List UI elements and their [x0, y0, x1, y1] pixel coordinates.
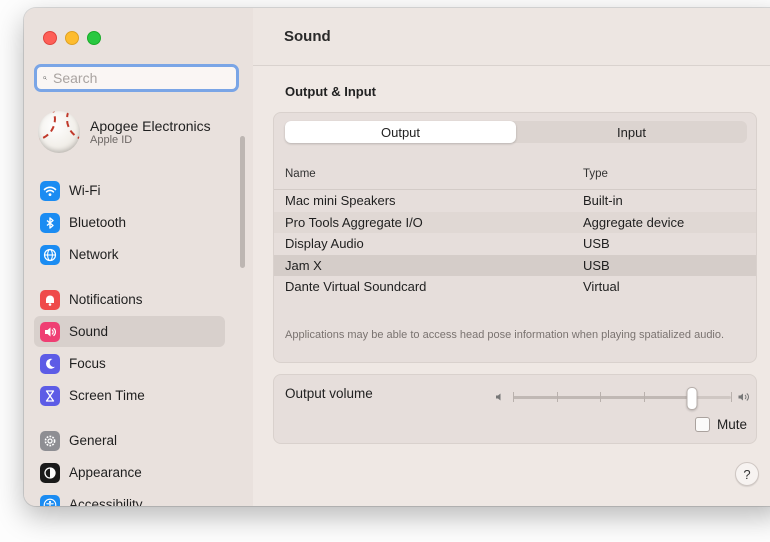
device-name: Pro Tools Aggregate I/O [285, 214, 423, 230]
close-button[interactable] [43, 31, 57, 45]
speaker-icon [40, 321, 60, 342]
device-name: Mac mini Speakers [285, 193, 396, 209]
sidebar-item-label: General [69, 433, 118, 448]
column-header-type[interactable]: Type [583, 168, 756, 180]
output-input-card: Output Input Name Type Mac mini Speakers… [273, 112, 757, 363]
mute-toggle[interactable]: Mute [694, 417, 747, 432]
column-header-name[interactable]: Name [274, 168, 583, 180]
output-volume-label: Output volume [285, 386, 373, 401]
sidebar-item-label: Accessibility [69, 497, 143, 506]
sidebar-item-label: Sound [69, 324, 109, 339]
tab-output[interactable]: Output [285, 121, 516, 143]
volume-low-icon [496, 393, 501, 401]
mute-label: Mute [716, 417, 747, 432]
window-controls [43, 31, 101, 45]
accessibility-icon [40, 494, 60, 506]
account-subtitle: Apple ID [90, 133, 133, 146]
volume-tick [731, 392, 732, 402]
sidebar-item-sound[interactable]: Sound [34, 316, 225, 347]
tab-input[interactable]: Input [516, 121, 747, 143]
help-button[interactable]: ? [735, 462, 759, 486]
minimize-button[interactable] [65, 31, 79, 45]
sidebar-item-screen-time[interactable]: Screen Time [34, 380, 225, 411]
search-icon [43, 76, 47, 80]
volume-tick [556, 392, 558, 402]
sidebar-item-network[interactable]: Network [34, 239, 225, 270]
section-title: Output & Input [285, 84, 376, 99]
sidebar-item-bluetooth[interactable]: Bluetooth [34, 207, 225, 238]
volume-high-icon [738, 393, 749, 401]
device-type: Built-in [583, 193, 623, 209]
table-row[interactable]: Pro Tools Aggregate I/O Aggregate device [274, 211, 756, 233]
appearance-icon [40, 462, 60, 483]
device-name: Jam X [285, 257, 322, 273]
sidebar-item-general[interactable]: General [34, 425, 225, 456]
sidebar-item-accessibility[interactable]: Accessibility [34, 489, 225, 506]
mute-checkbox[interactable] [694, 417, 710, 432]
avatar [38, 111, 80, 153]
sidebar-item-label: Screen Time [69, 388, 145, 403]
sidebar-item-notifications[interactable]: Notifications [34, 284, 225, 315]
globe-icon [40, 244, 60, 265]
sidebar-item-label: Network [69, 247, 119, 262]
volume-fill [513, 396, 692, 399]
head-pose-note: Applications may be able to access head … [285, 329, 725, 341]
table-row[interactable]: Display Audio USB [274, 233, 756, 255]
page-title: Sound [253, 8, 770, 66]
zoom-button[interactable] [87, 31, 101, 45]
device-name: Display Audio [285, 236, 364, 252]
device-type: USB [583, 236, 610, 252]
device-type: Aggregate device [583, 214, 685, 230]
volume-track[interactable] [513, 387, 732, 410]
gear-icon [40, 430, 60, 451]
volume-knob[interactable] [686, 387, 698, 410]
sidebar-item-label: Bluetooth [69, 215, 127, 230]
volume-tick [643, 392, 645, 402]
apple-id-account[interactable]: Apogee Electronics Apple ID [38, 111, 211, 153]
volume-tick [600, 392, 602, 402]
output-volume-card: Output volume Mute [273, 374, 757, 444]
sidebar-item-label: Focus [69, 356, 106, 371]
sidebar-scrollbar[interactable] [240, 136, 245, 268]
search-field[interactable] [34, 64, 239, 92]
device-name: Dante Virtual Soundcard [285, 279, 427, 295]
sidebar: Apogee Electronics Apple ID Wi-Fi Blueto… [24, 8, 254, 506]
sidebar-item-label: Wi-Fi [69, 183, 101, 198]
volume-tick [513, 392, 514, 402]
sidebar-item-focus[interactable]: Focus [34, 348, 225, 379]
sidebar-item-appearance[interactable]: Appearance [34, 457, 225, 488]
wifi-icon [40, 180, 60, 201]
sidebar-item-label: Notifications [69, 292, 143, 307]
output-input-segmented-control: Output Input [285, 121, 747, 143]
main-pane: Sound Output & Input Output Input Name T… [253, 8, 770, 506]
table-row[interactable]: Dante Virtual Soundcard Virtual [274, 276, 756, 298]
device-type: USB [583, 257, 610, 273]
bell-icon [40, 289, 60, 310]
device-table: Name Type Mac mini Speakers Built-in Pro… [274, 159, 756, 298]
sidebar-item-wifi[interactable]: Wi-Fi [34, 175, 225, 206]
bluetooth-icon [40, 212, 60, 233]
table-row[interactable]: Mac mini Speakers Built-in [274, 190, 756, 212]
hourglass-icon [40, 385, 60, 406]
account-name: Apogee Electronics [90, 117, 211, 134]
output-volume-slider[interactable] [493, 387, 751, 410]
table-header: Name Type [274, 159, 756, 190]
table-row-selected[interactable]: Jam X USB [274, 254, 756, 276]
search-input[interactable] [51, 69, 236, 87]
device-type: Virtual [583, 279, 620, 295]
moon-icon [40, 353, 60, 374]
settings-window: Apogee Electronics Apple ID Wi-Fi Blueto… [24, 8, 770, 506]
sidebar-item-label: Appearance [69, 465, 142, 480]
